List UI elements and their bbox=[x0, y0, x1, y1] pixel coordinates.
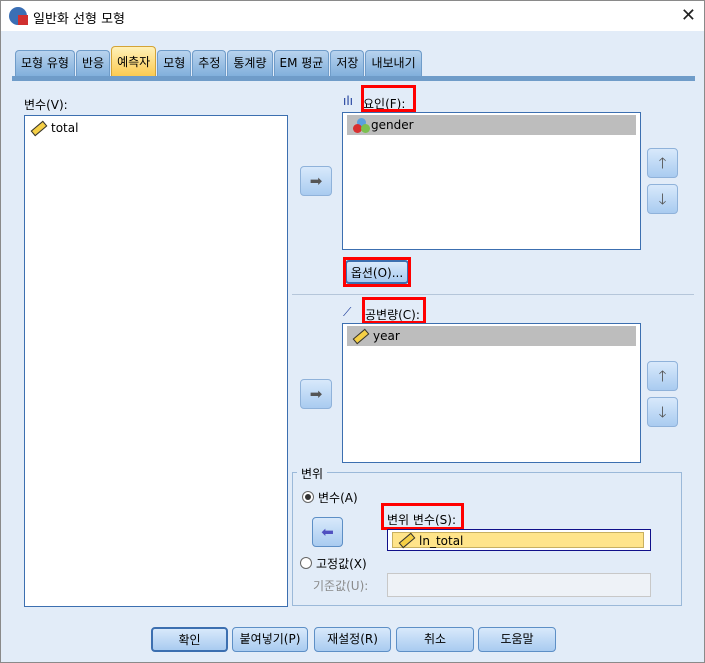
highlight-box bbox=[381, 503, 464, 530]
scale-ruler-icon bbox=[352, 328, 370, 345]
tab-save[interactable]: 저장 bbox=[330, 50, 365, 77]
highlight-box bbox=[361, 85, 416, 112]
paste-button[interactable]: 붙여넣기(P) bbox=[232, 627, 308, 652]
factors-list[interactable]: gender bbox=[342, 112, 641, 250]
item-label: gender bbox=[371, 118, 414, 132]
offset-variable-field[interactable]: ln_total bbox=[387, 529, 651, 551]
tab-predictors[interactable]: 예측자 bbox=[111, 46, 157, 77]
help-button[interactable]: 도움말 bbox=[478, 627, 556, 652]
cancel-button[interactable]: 취소 bbox=[396, 627, 474, 652]
fixed-value-radio[interactable] bbox=[300, 557, 312, 569]
covariate-icon: ⟋ bbox=[343, 305, 352, 319]
tab-bar: 모형 유형 반응 예측자 모형 추정 통계량 EM 평균 저장 내보내기 bbox=[15, 46, 422, 77]
app-icon bbox=[9, 7, 28, 25]
dialog-window: 일반화 선형 모형 ✕ 모형 유형 반응 예측자 모형 추정 통계량 EM 평균… bbox=[0, 0, 705, 663]
reset-button[interactable]: 재설정(R) bbox=[314, 627, 391, 652]
item-label: total bbox=[51, 121, 79, 135]
scale-ruler-icon bbox=[398, 532, 416, 549]
covariates-list[interactable]: year bbox=[342, 323, 641, 463]
variables-list[interactable]: total bbox=[24, 115, 288, 607]
item-label: year bbox=[373, 329, 400, 343]
tab-statistics[interactable]: 통계량 bbox=[227, 50, 273, 77]
tab-export[interactable]: 내보내기 bbox=[365, 50, 422, 77]
fixed-value-label: 기준값(U): bbox=[313, 579, 369, 593]
scale-ruler-icon bbox=[30, 120, 48, 137]
close-icon[interactable]: ✕ bbox=[681, 5, 696, 26]
tab-model[interactable]: 모형 bbox=[157, 50, 192, 77]
variables-label: 변수(V): bbox=[24, 98, 68, 112]
separator bbox=[292, 294, 694, 295]
tab-model-type[interactable]: 모형 유형 bbox=[15, 50, 75, 77]
offset-variable-radio-label[interactable]: 변수(A) bbox=[318, 489, 358, 506]
tab-response[interactable]: 반응 bbox=[75, 50, 111, 77]
move-up-button[interactable]: 🡑 bbox=[647, 361, 678, 391]
item-label: ln_total bbox=[419, 534, 464, 548]
fixed-value-input[interactable] bbox=[387, 573, 651, 597]
offset-variable-radio[interactable] bbox=[302, 491, 314, 503]
move-down-button[interactable]: 🡓 bbox=[647, 397, 678, 427]
window-title: 일반화 선형 모형 bbox=[33, 12, 125, 27]
factor-icon: ılı bbox=[343, 94, 354, 108]
list-item[interactable]: gender bbox=[347, 115, 636, 135]
tab-estimation[interactable]: 추정 bbox=[192, 50, 227, 77]
list-item[interactable]: ln_total bbox=[392, 532, 644, 549]
highlight-box bbox=[362, 297, 426, 324]
move-to-offset-button[interactable]: ⬅ bbox=[312, 517, 343, 547]
move-up-button[interactable]: 🡑 bbox=[647, 148, 678, 178]
tab-divider bbox=[12, 76, 695, 81]
move-to-covariates-button[interactable]: ➡ bbox=[300, 379, 332, 409]
tab-em-means[interactable]: EM 평균 bbox=[273, 50, 330, 77]
move-down-button[interactable]: 🡓 bbox=[647, 184, 678, 214]
list-item[interactable]: year bbox=[347, 326, 636, 346]
title-bar: 일반화 선형 모형 ✕ bbox=[1, 1, 704, 31]
move-to-factors-button[interactable]: ➡ bbox=[300, 166, 332, 196]
ok-button[interactable]: 확인 bbox=[151, 627, 228, 652]
highlight-box bbox=[343, 257, 411, 287]
offset-group-label: 변위 bbox=[297, 465, 328, 482]
nominal-icon bbox=[353, 118, 370, 133]
fixed-value-radio-label[interactable]: 고정값(X) bbox=[316, 555, 367, 572]
list-item[interactable]: total bbox=[25, 118, 287, 138]
